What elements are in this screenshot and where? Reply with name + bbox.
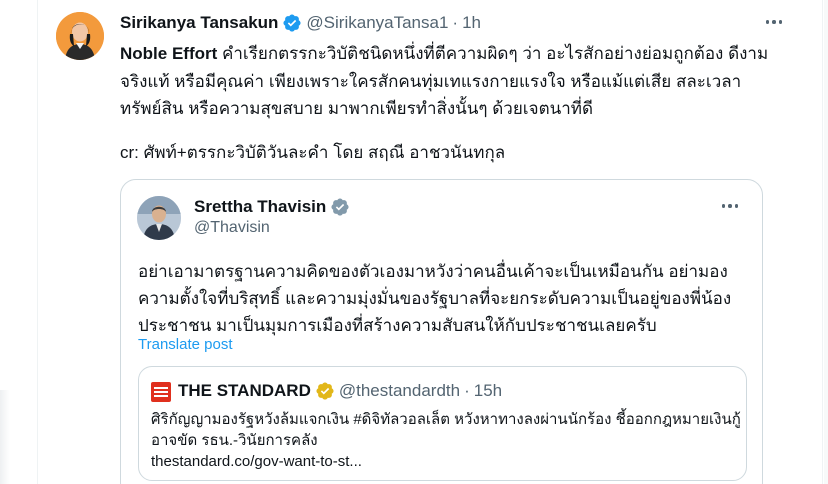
more-horizontal-icon[interactable] bbox=[762, 12, 786, 32]
quoted-author-avatar[interactable] bbox=[137, 196, 181, 240]
the-standard-logo-icon[interactable] bbox=[151, 382, 171, 402]
separator-dot: · bbox=[464, 381, 470, 400]
tweet-header: Sirikanya Tansakun @SirikanyaTansa1 · 1h bbox=[120, 13, 481, 33]
more-horizontal-icon[interactable] bbox=[718, 196, 742, 216]
quoted-tweet[interactable]: Srettha Thavisin @Thavisin อย่าเอามาตรฐา… bbox=[120, 179, 763, 484]
inner-headline: ศิริกัญญามองรัฐหวังล้มแจกเงิน #ดิจิทัลวอ… bbox=[151, 411, 741, 449]
author-avatar[interactable] bbox=[56, 12, 104, 60]
scrollbar-track[interactable] bbox=[824, 0, 828, 484]
tweet-text-body: คำเรียกตรรกะวิบัติชนิดหนึ่งที่ตีความผิดๆ… bbox=[120, 44, 769, 118]
inner-timestamp[interactable]: 15h bbox=[474, 381, 502, 401]
verified-badge-icon[interactable] bbox=[282, 13, 302, 33]
author-name[interactable]: Sirikanya Tansakun bbox=[120, 13, 278, 33]
left-panel-edge bbox=[0, 0, 37, 484]
timestamp[interactable]: 1h bbox=[462, 13, 481, 33]
translate-post-link[interactable]: Translate post bbox=[138, 336, 233, 353]
separator-dot: · bbox=[452, 13, 459, 32]
inner-author-name[interactable]: THE STANDARD bbox=[178, 381, 311, 401]
inner-quoted-text: ศิริกัญญามองรัฐหวังล้มแจกเงิน #ดิจิทัลวอ… bbox=[151, 409, 741, 472]
inner-author-handle[interactable]: @thestandardth bbox=[339, 381, 460, 401]
quoted-author-header: Srettha Thavisin bbox=[194, 197, 354, 217]
inner-quoted-header: THE STANDARD @thestandardth · 15h bbox=[178, 381, 502, 401]
inner-quoted-tweet[interactable]: THE STANDARD @thestandardth · 15h ศิริกั… bbox=[138, 366, 747, 481]
business-badge-icon[interactable] bbox=[315, 381, 335, 401]
tweet[interactable]: Sirikanya Tansakun @SirikanyaTansa1 · 1h… bbox=[38, 0, 824, 484]
quoted-author-name[interactable]: Srettha Thavisin bbox=[194, 197, 326, 217]
author-handle[interactable]: @SirikanyaTansa1 bbox=[306, 13, 448, 33]
government-badge-icon[interactable] bbox=[330, 197, 350, 217]
tweet-text: Noble Effort คำเรียกตรรกะวิบัติชนิดหนึ่ง… bbox=[120, 40, 800, 123]
quoted-tweet-text: อย่าเอามาตรฐานความคิดของตัวเองมาหวังว่าค… bbox=[138, 262, 732, 335]
inner-link[interactable]: thestandard.co/gov-want-to-st... bbox=[151, 451, 741, 472]
tweet-text-bold: Noble Effort bbox=[120, 44, 218, 63]
tweet-credit: cr: ศัพท์+ตรรกะวิบัติวันละคำ โดย สฤณี อา… bbox=[120, 143, 506, 162]
quoted-author-handle[interactable]: @Thavisin bbox=[194, 219, 270, 237]
